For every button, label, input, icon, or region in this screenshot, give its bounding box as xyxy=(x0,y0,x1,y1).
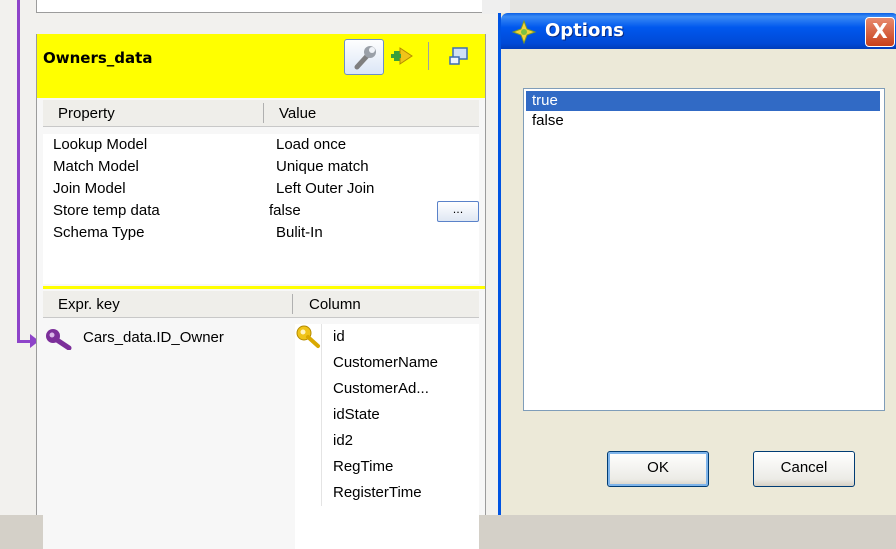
schema-grid-header: Expr. key Column xyxy=(43,291,479,318)
property-value[interactable]: Unique match xyxy=(276,158,369,175)
property-name: Store temp data xyxy=(53,202,160,219)
expr-key-column-header: Expr. key xyxy=(58,296,120,313)
property-name: Join Model xyxy=(53,180,126,197)
value-column-header: Value xyxy=(279,105,317,122)
expr-key-value[interactable]: Cars_data.ID_Owner xyxy=(83,329,224,346)
lookup-table-panel: Owners_data Property Value Lookup Model … xyxy=(36,34,486,549)
property-name: Schema Type xyxy=(53,224,145,241)
column-divider[interactable] xyxy=(292,294,293,314)
upper-panel-edge xyxy=(482,0,510,14)
property-name: Lookup Model xyxy=(53,136,148,153)
toolbar-separator xyxy=(428,42,429,70)
option-item-true[interactable]: true xyxy=(526,91,880,111)
property-value[interactable]: Bulit-In xyxy=(276,224,323,241)
property-row[interactable]: Lookup Model Load once xyxy=(43,134,479,156)
options-listbox[interactable]: true false xyxy=(523,88,885,411)
key-flag-cell[interactable] xyxy=(295,428,322,454)
join-link-line xyxy=(17,0,20,343)
column-name: id2 xyxy=(333,432,354,449)
minimize-table-button[interactable] xyxy=(447,44,471,68)
cancel-button[interactable]: Cancel xyxy=(753,451,855,487)
column-column-header: Column xyxy=(309,296,361,313)
sparkle-icon xyxy=(511,19,537,45)
schema-row[interactable]: RegisterTime xyxy=(295,480,479,506)
column-name: RegisterTime xyxy=(333,484,422,501)
ok-button[interactable]: OK xyxy=(607,451,709,487)
upper-table-panel xyxy=(36,0,486,13)
column-name: id xyxy=(333,328,345,345)
property-row[interactable]: Store temp data false ... xyxy=(43,200,479,222)
property-name: Match Model xyxy=(53,158,139,175)
property-value[interactable]: Left Outer Join xyxy=(276,180,374,197)
property-row[interactable]: Join Model Left Outer Join xyxy=(43,178,479,200)
property-grid-header: Property Value xyxy=(43,100,479,127)
key-icon xyxy=(46,329,72,350)
dialog-titlebar[interactable]: Options X xyxy=(501,13,896,49)
schema-row[interactable]: id2 xyxy=(295,428,479,454)
schema-row[interactable]: CustomerAd... xyxy=(295,376,479,402)
property-row[interactable]: Match Model Unique match xyxy=(43,156,479,178)
schema-row[interactable]: idState xyxy=(295,402,479,428)
key-flag-cell[interactable] xyxy=(295,402,322,428)
table-title: Owners_data xyxy=(43,49,153,67)
key-flag-cell[interactable] xyxy=(295,454,322,480)
wrench-icon xyxy=(354,46,376,70)
options-dialog: Options X true false OK Cancel xyxy=(498,13,896,515)
key-flag-cell[interactable] xyxy=(295,324,322,350)
key-flag-cell[interactable] xyxy=(295,350,322,376)
close-button[interactable]: X xyxy=(865,17,895,47)
table-header: Owners_data xyxy=(37,34,485,98)
import-arrow-icon xyxy=(391,47,413,65)
column-name: CustomerAd... xyxy=(333,380,429,397)
settings-wrench-button[interactable] xyxy=(344,39,384,75)
add-input-button[interactable] xyxy=(390,43,416,69)
property-row[interactable]: Schema Type Bulit-In xyxy=(43,222,479,244)
property-grid: Lookup Model Load once Match Model Uniqu… xyxy=(43,134,479,284)
window-icon xyxy=(449,47,468,65)
column-divider[interactable] xyxy=(263,103,264,123)
section-divider xyxy=(43,286,485,289)
schema-row[interactable]: RegTime xyxy=(295,454,479,480)
property-column-header: Property xyxy=(58,105,115,122)
ellipsis-button[interactable]: ... xyxy=(437,201,479,222)
column-name: CustomerName xyxy=(333,354,439,371)
column-name: idState xyxy=(333,406,380,423)
column-name: RegTime xyxy=(333,458,394,475)
schema-row[interactable]: id xyxy=(295,324,479,350)
property-value[interactable]: false xyxy=(269,202,301,219)
dialog-title: Options xyxy=(545,20,624,41)
schema-row[interactable]: CustomerName xyxy=(295,350,479,376)
schema-column-list: id CustomerName CustomerAd... idState id… xyxy=(295,324,479,549)
key-flag-cell[interactable] xyxy=(295,480,322,506)
property-value[interactable]: Load once xyxy=(276,136,346,153)
option-item-false[interactable]: false xyxy=(526,111,880,131)
key-icon xyxy=(296,325,320,348)
key-flag-cell[interactable] xyxy=(295,376,322,402)
